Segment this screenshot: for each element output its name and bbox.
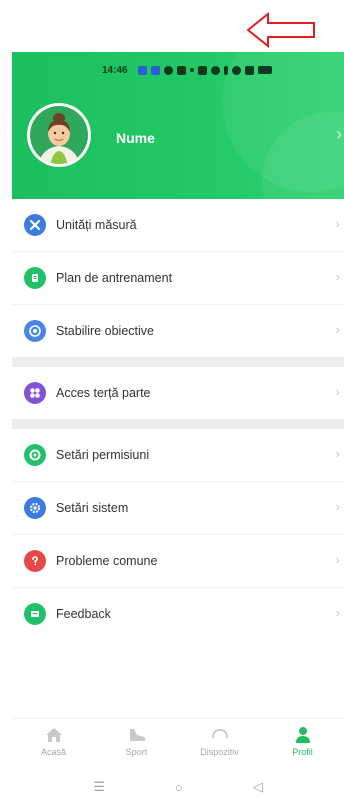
tab-dispozitiv[interactable]: Dispozitiv xyxy=(178,719,261,769)
menu-item-label: Stabilire obiective xyxy=(56,324,154,338)
settings-menu: Unități măsură › Plan de antrenament › S… xyxy=(12,199,344,640)
permissions-icon xyxy=(24,444,46,466)
plan-icon xyxy=(24,267,46,289)
notification-icon xyxy=(150,65,160,75)
menu-item-setari-sistem[interactable]: Setări sistem › xyxy=(12,482,344,535)
menu-group: Setări permisiuni › Setări sistem › Prob… xyxy=(12,429,344,640)
tab-label: Dispozitiv xyxy=(200,747,239,757)
menu-item-plan-antrenament[interactable]: Plan de antrenament › xyxy=(12,252,344,305)
notification-icon xyxy=(137,65,147,75)
sport-shoe-icon xyxy=(129,729,145,741)
tab-profil[interactable]: Profil xyxy=(261,719,344,769)
menu-item-feedback[interactable]: Feedback › xyxy=(12,588,344,640)
menu-item-label: Plan de antrenament xyxy=(56,271,173,285)
chevron-right-icon: › xyxy=(335,216,340,231)
tab-acasa[interactable]: Acasă xyxy=(12,719,95,769)
chevron-right-icon: › xyxy=(336,124,342,144)
alarm-icon xyxy=(210,65,220,75)
avatar[interactable] xyxy=(26,102,92,168)
profile-header[interactable]: 14:46 Nume › xyxy=(12,52,344,199)
menu-item-label: Setări permisiuni xyxy=(56,448,150,462)
tab-label: Sport xyxy=(125,747,148,757)
dot-icon xyxy=(189,68,194,72)
bluetooth-icon xyxy=(223,65,228,75)
chevron-right-icon: › xyxy=(335,605,340,620)
chevron-right-icon: › xyxy=(335,384,340,399)
battery-icon xyxy=(257,66,272,74)
wifi-icon xyxy=(231,65,241,75)
feedback-icon xyxy=(24,603,46,625)
chevron-right-icon: › xyxy=(335,552,340,567)
nfc-icon xyxy=(197,65,207,75)
bottom-tab-bar: Acasă Sport Dispozitiv Profil xyxy=(12,718,344,769)
menu-item-label: Unități măsură xyxy=(56,218,137,232)
status-bar: 14:46 xyxy=(102,62,272,78)
target-icon xyxy=(24,320,46,342)
back-icon[interactable]: ◁ xyxy=(253,779,263,795)
system-nav-bar: ☰ ○ ◁ xyxy=(12,772,344,802)
status-time: 14:46 xyxy=(102,64,128,76)
question-icon xyxy=(24,550,46,572)
menu-group: Acces terță parte › xyxy=(12,367,344,419)
menu-item-stabilire-obiective[interactable]: Stabilire obiective › xyxy=(12,305,344,357)
menu-item-acces-terta-parte[interactable]: Acces terță parte › xyxy=(12,367,344,419)
ruler-icon xyxy=(24,214,46,236)
home-button-icon[interactable]: ○ xyxy=(175,780,183,795)
chevron-right-icon: › xyxy=(335,499,340,514)
menu-item-label: Probleme comune xyxy=(56,554,158,568)
menu-item-label: Feedback xyxy=(56,607,111,621)
menu-item-setari-permisiuni[interactable]: Setări permisiuni › xyxy=(12,429,344,482)
menu-group: Unități măsură › Plan de antrenament › S… xyxy=(12,199,344,357)
profile-name[interactable]: Nume xyxy=(116,130,155,146)
menu-item-probleme-comune[interactable]: Probleme comune › xyxy=(12,535,344,588)
menu-item-unitati-masura[interactable]: Unități măsură › xyxy=(12,199,344,252)
tab-label: Acasă xyxy=(40,747,66,757)
watch-icon xyxy=(211,729,228,739)
section-divider xyxy=(12,419,344,429)
chevron-right-icon: › xyxy=(335,269,340,284)
chevron-right-icon: › xyxy=(335,446,340,461)
home-icon xyxy=(45,728,62,742)
tab-sport[interactable]: Sport xyxy=(95,719,178,769)
menu-icon[interactable]: ☰ xyxy=(93,779,105,795)
notification-icon xyxy=(163,65,173,75)
profile-icon xyxy=(295,727,310,743)
notification-icon xyxy=(176,65,186,75)
menu-item-label: Setări sistem xyxy=(56,501,129,515)
signal-icon xyxy=(244,65,254,75)
tab-label: Profil xyxy=(292,747,313,757)
third-party-icon xyxy=(24,382,46,404)
section-divider xyxy=(12,357,344,367)
annotation-arrow-icon xyxy=(246,11,315,49)
system-settings-icon xyxy=(24,497,46,519)
chevron-right-icon: › xyxy=(335,322,340,337)
menu-item-label: Acces terță parte xyxy=(56,386,151,400)
